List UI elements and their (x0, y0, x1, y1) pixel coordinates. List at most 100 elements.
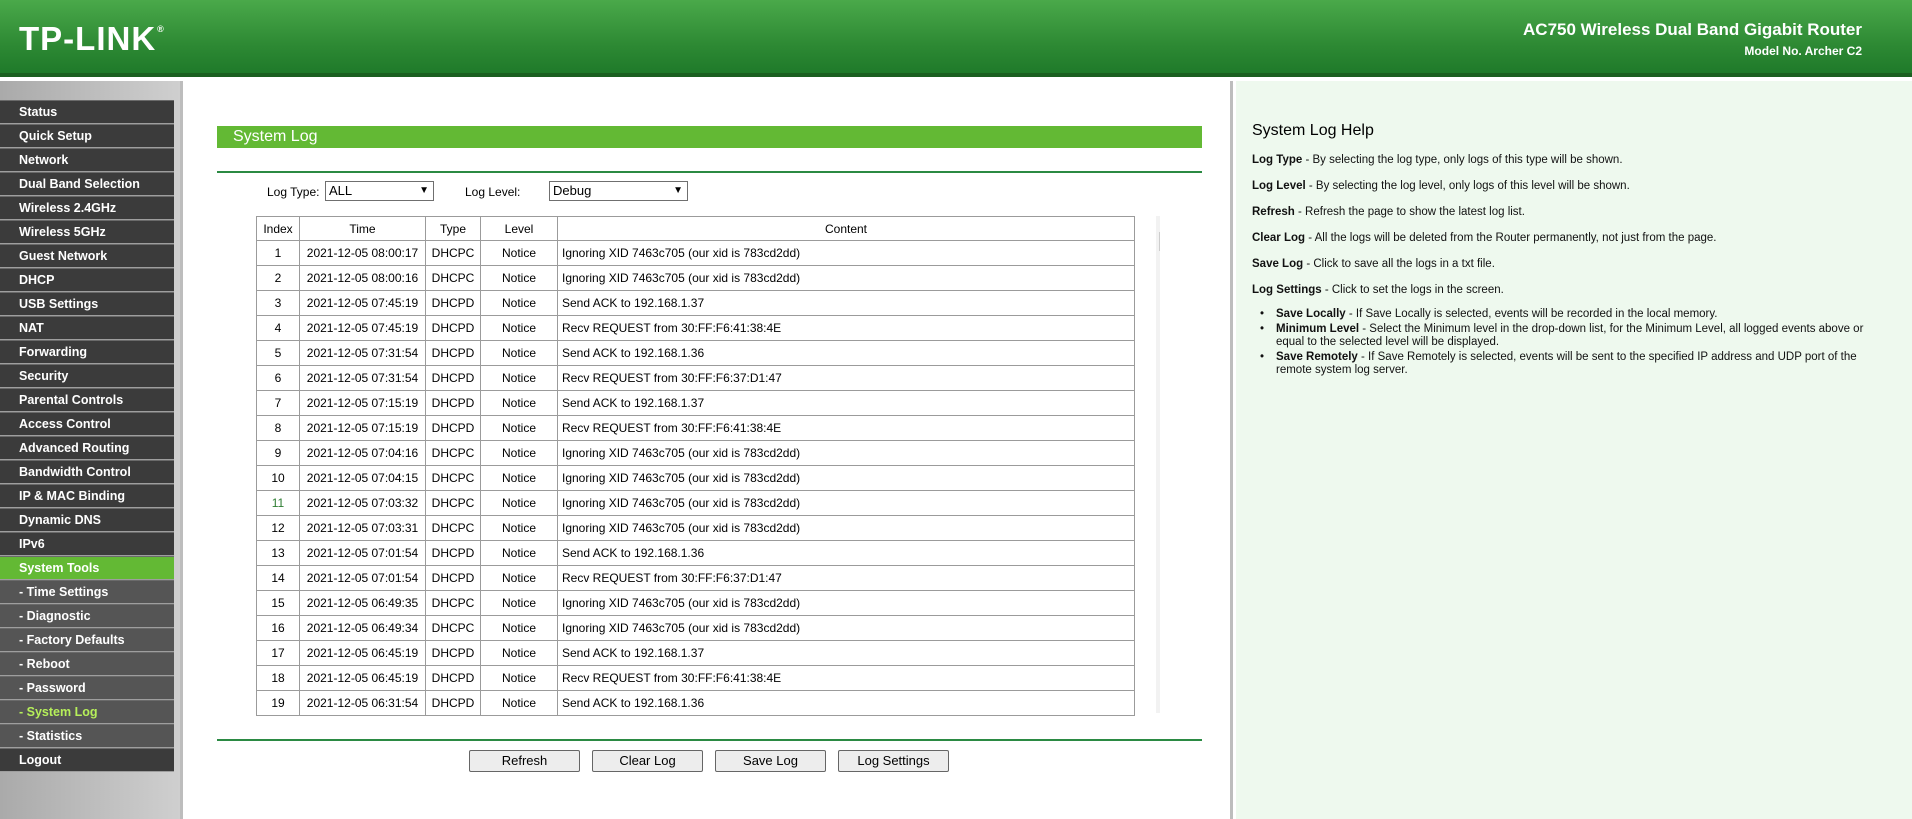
log-type-cell: DHCPD (425, 290, 481, 316)
sidebar-item-forwarding[interactable]: Forwarding (0, 340, 174, 364)
sidebar-item-factory-defaults[interactable]: - Factory Defaults (0, 628, 174, 652)
sidebar-item-ipv6[interactable]: IPv6 (0, 532, 174, 556)
table-row: 10 2021-12-05 07:04:15 DHCPC Notice Ignoring… (256, 465, 1135, 491)
sidebar-item-security[interactable]: Security (0, 364, 174, 388)
table-row: 13 2021-12-05 07:01:54 DHCPD Notice Send ACK… (256, 540, 1135, 566)
log-type-select[interactable]: ALL ▼ (325, 181, 434, 201)
sidebar-item-dual-band-selection[interactable]: Dual Band Selection (0, 172, 174, 196)
log-content-cell: Ignoring XID 7463c705 (our xid is 783cd2… (557, 615, 1135, 641)
sidebar-menu: Status Quick Setup Network Dual Band Sel… (0, 100, 174, 772)
sidebar-item-logout[interactable]: Logout (0, 748, 174, 772)
sidebar-item-system-tools[interactable]: System Tools (0, 556, 174, 580)
sidebar-item-parental-controls[interactable]: Parental Controls (0, 388, 174, 412)
sidebar-item-reboot[interactable]: - Reboot (0, 652, 174, 676)
log-index-cell: 15 (256, 590, 300, 616)
log-level-cell: Notice (480, 390, 558, 416)
log-content-cell: Recv REQUEST from 30:FF:F6:41:38:4E (557, 415, 1135, 441)
log-index-cell: 4 (256, 315, 300, 341)
sidebar-item-status[interactable]: Status (0, 100, 174, 124)
sidebar-item-dhcp[interactable]: DHCP (0, 268, 174, 292)
log-level-cell: Notice (480, 340, 558, 366)
scroll-up-icon[interactable]: ▲ (1159, 218, 1160, 227)
save-log-button[interactable]: Save Log (715, 750, 826, 772)
sidebar-item-diagnostic[interactable]: - Diagnostic (0, 604, 174, 628)
sidebar-item-quick-setup[interactable]: Quick Setup (0, 124, 174, 148)
sidebar-item-statistics[interactable]: - Statistics (0, 724, 174, 748)
log-type-cell: DHCPC (425, 515, 481, 541)
log-index-cell: 2 (256, 265, 300, 291)
sidebar-item-wireless-2-4ghz[interactable]: Wireless 2.4GHz (0, 196, 174, 220)
tp-link-logo[interactable]: TP-LINK® (19, 20, 165, 58)
log-content-cell: Send ACK to 192.168.1.36 (557, 340, 1135, 366)
help-log-settings: Log Settings - Click to set the logs in … (1252, 284, 1504, 296)
log-index-cell: 8 (256, 415, 300, 441)
log-type-cell: DHCPD (425, 390, 481, 416)
log-type-cell: DHCPC (425, 265, 481, 291)
log-time-cell: 2021-12-05 08:00:16 (299, 265, 426, 291)
log-level-cell: Notice (480, 465, 558, 491)
model-number: Model No. Archer C2 (1744, 44, 1862, 58)
log-time-cell: 2021-12-05 06:49:34 (299, 615, 426, 641)
sidebar-item-ip-mac-binding[interactable]: IP & MAC Binding (0, 484, 174, 508)
log-index-cell: 14 (256, 565, 300, 591)
log-level-cell: Notice (480, 490, 558, 516)
log-type-cell: DHCPD (425, 340, 481, 366)
sidebar-item-time-settings[interactable]: - Time Settings (0, 580, 174, 604)
log-index-cell: 13 (256, 540, 300, 566)
log-type-cell: DHCPD (425, 415, 481, 441)
log-index-cell: 17 (256, 640, 300, 666)
log-index-cell: 6 (256, 365, 300, 391)
table-row: 14 2021-12-05 07:01:54 DHCPD Notice Recv REQ… (256, 565, 1135, 591)
log-level-value: Debug (553, 183, 592, 198)
scrollbar-thumb[interactable] (1159, 232, 1160, 251)
sidebar-item-system-log[interactable]: - System Log (0, 700, 174, 724)
sidebar-item-nat[interactable]: NAT (0, 316, 174, 340)
table-row: 1 2021-12-05 08:00:17 DHCPC Notice Ignoring … (256, 240, 1135, 266)
sidebar-item-network[interactable]: Network (0, 148, 174, 172)
log-table-body: 1 2021-12-05 08:00:17 DHCPC Notice Ignoring … (256, 240, 1135, 716)
log-time-cell: 2021-12-05 07:15:19 (299, 415, 426, 441)
log-type-cell: DHCPC (425, 240, 481, 266)
main-panel: System Log Log Type: ALL ▼ Log Level: De… (180, 81, 1233, 819)
log-type-cell: DHCPD (425, 315, 481, 341)
help-refresh: Refresh - Refresh the page to show the l… (1252, 206, 1525, 218)
log-settings-button[interactable]: Log Settings (838, 750, 949, 772)
table-scrollbar[interactable]: ▲ ▼ (1156, 216, 1160, 713)
log-content-cell: Send ACK to 192.168.1.36 (557, 690, 1135, 716)
log-time-cell: 2021-12-05 06:31:54 (299, 690, 426, 716)
help-log-type: Log Type - By selecting the log type, on… (1252, 154, 1623, 166)
divider (217, 171, 1202, 173)
log-level-cell: Notice (480, 290, 558, 316)
table-row: 4 2021-12-05 07:45:19 DHCPD Notice Recv REQU… (256, 315, 1135, 341)
log-index-cell: 12 (256, 515, 300, 541)
log-time-cell: 2021-12-05 07:45:19 (299, 315, 426, 341)
sidebar-item-dynamic-dns[interactable]: Dynamic DNS (0, 508, 174, 532)
sidebar-item-wireless-5ghz[interactable]: Wireless 5GHz (0, 220, 174, 244)
table-row: 9 2021-12-05 07:04:16 DHCPC Notice Ignoring … (256, 440, 1135, 466)
sidebar-item-bandwidth-control[interactable]: Bandwidth Control (0, 460, 174, 484)
log-level-cell: Notice (480, 440, 558, 466)
log-level-select[interactable]: Debug ▼ (549, 181, 688, 201)
log-level-cell: Notice (480, 690, 558, 716)
sidebar-item-password[interactable]: - Password (0, 676, 174, 700)
table-row: 17 2021-12-05 06:45:19 DHCPD Notice Send ACK… (256, 640, 1135, 666)
log-table: Index Time Type Level Content 1 2021-12-0… (256, 216, 1135, 716)
log-type-cell: DHCPD (425, 665, 481, 691)
column-header-time: Time (299, 216, 426, 241)
refresh-button[interactable]: Refresh (469, 750, 580, 772)
table-row: 6 2021-12-05 07:31:54 DHCPD Notice Recv REQU… (256, 365, 1135, 391)
table-row: 8 2021-12-05 07:15:19 DHCPD Notice Recv REQU… (256, 415, 1135, 441)
sidebar-item-usb-settings[interactable]: USB Settings (0, 292, 174, 316)
log-type-cell: DHCPD (425, 565, 481, 591)
scroll-down-icon[interactable]: ▼ (1159, 702, 1160, 711)
clear-log-button[interactable]: Clear Log (592, 750, 703, 772)
sidebar-item-access-control[interactable]: Access Control (0, 412, 174, 436)
help-bullet-minimum-level: Minimum Level - Select the Minimum level… (1252, 323, 1892, 349)
help-clear-log: Clear Log - All the logs will be deleted… (1252, 232, 1717, 244)
sidebar-item-advanced-routing[interactable]: Advanced Routing (0, 436, 174, 460)
sidebar-item-guest-network[interactable]: Guest Network (0, 244, 174, 268)
log-time-cell: 2021-12-05 06:49:35 (299, 590, 426, 616)
log-table-container[interactable]: Index Time Type Level Content 1 2021-12-0… (256, 216, 1160, 798)
log-content-cell: Recv REQUEST from 30:FF:F6:37:D1:47 (557, 565, 1135, 591)
log-content-cell: Send ACK to 192.168.1.37 (557, 290, 1135, 316)
